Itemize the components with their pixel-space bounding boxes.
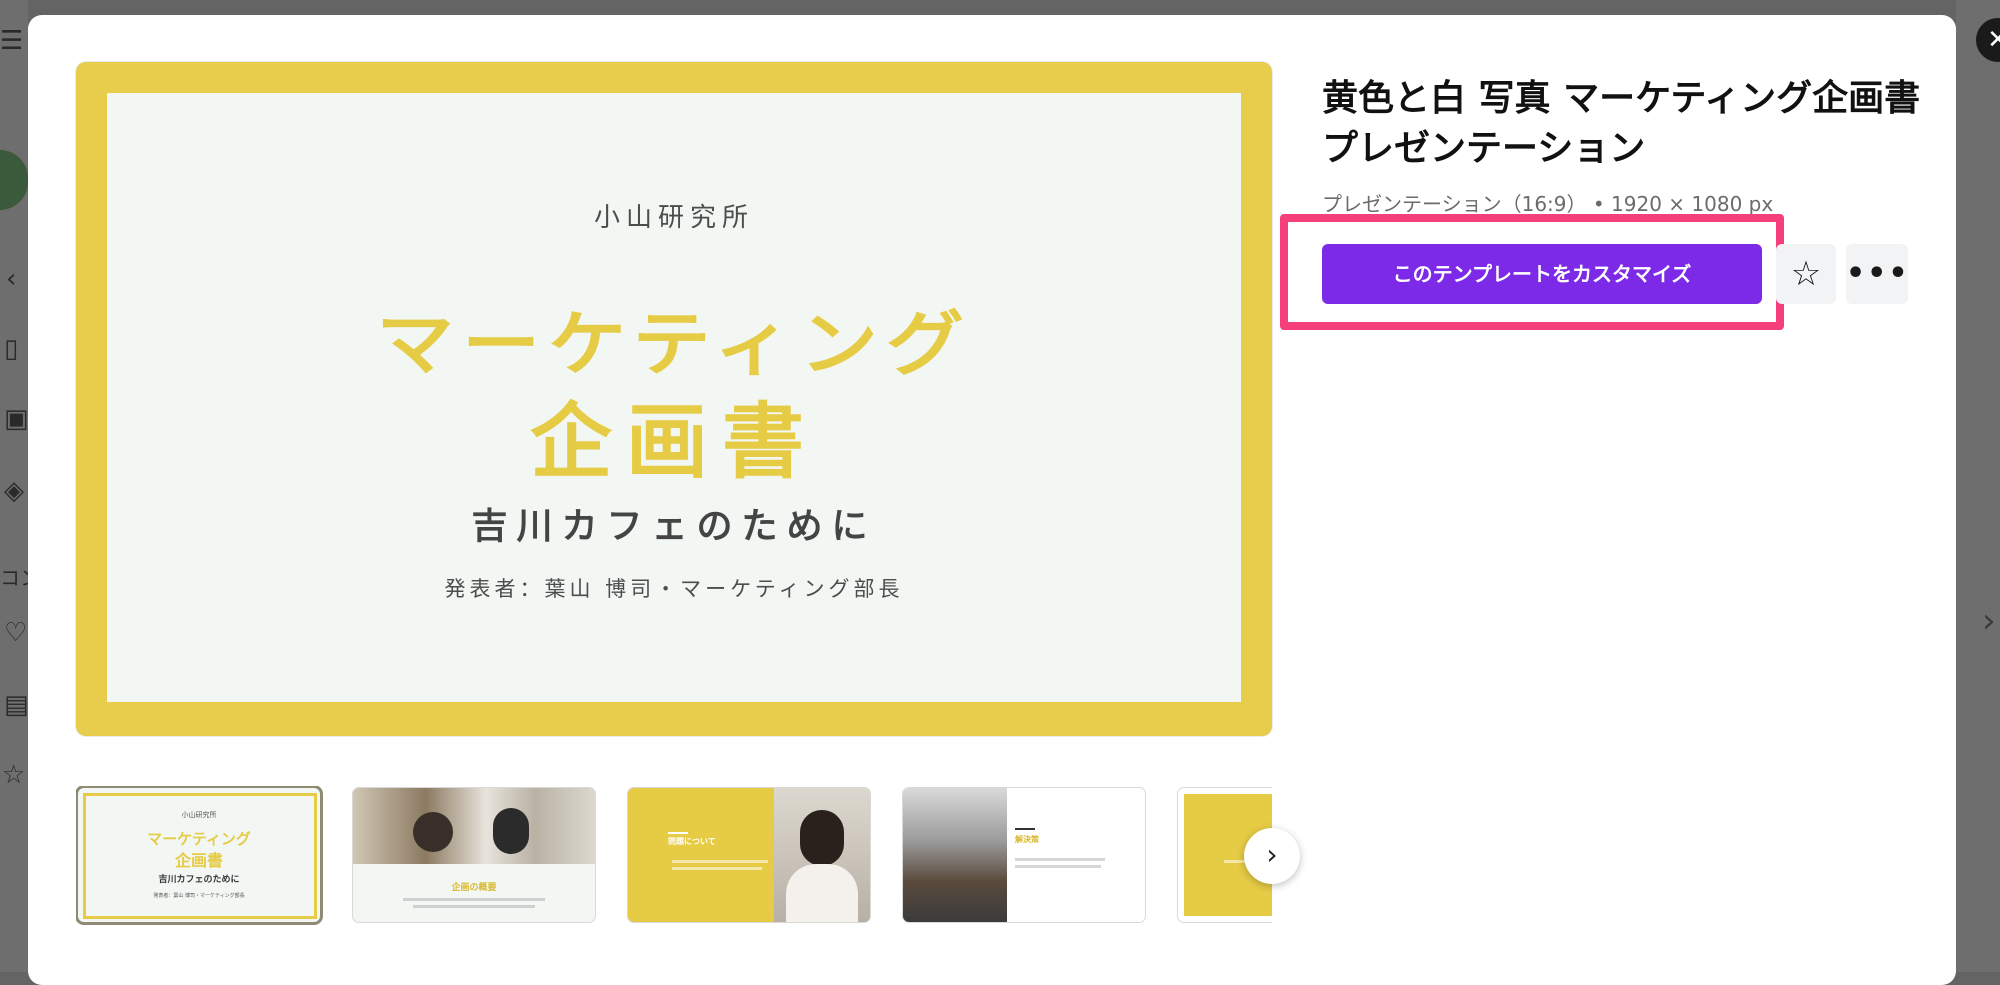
thumbnail-body-text [672, 860, 768, 863]
thumbnail-presenter: 発表者：葉山 博司・マーケティング部長 [153, 893, 245, 899]
thumbnail-rule [668, 832, 688, 834]
star-icon[interactable]: ☆ [1776, 244, 1836, 304]
thumbnail-body-text [672, 867, 762, 870]
slide-subtitle: 吉川カフェのために [471, 506, 877, 547]
thumbnail-body-text [413, 905, 535, 908]
image-icon: ▣ [4, 404, 29, 434]
thumbnail-next-button[interactable]: › [1244, 828, 1300, 884]
thumbnail-slide-4[interactable]: 解決策 [903, 788, 1145, 922]
thumbnail-photo-person [493, 808, 529, 854]
thumbnail-photo [903, 788, 1007, 922]
thumbnail-photo-person [786, 864, 858, 922]
thumbnail-lab: 小山研究所 [181, 811, 217, 819]
slide-preview-inner: 小山研究所 マーケティング 企画書 吉川カフェのために 発表者：葉山 博司・マー… [107, 93, 1241, 702]
menu-icon: ☰ [0, 26, 24, 56]
thumbnail-heading: 問題について [668, 837, 716, 846]
elements-icon: ◈ [4, 476, 24, 506]
thumbnail-subtitle: 吉川カフェのために [158, 875, 240, 885]
thumbnail-body-text [1015, 865, 1101, 868]
thumbnail-slide-1[interactable]: 小山研究所 マーケティング 企画書 吉川カフェのために 発表者：葉山 博司・マー… [78, 788, 320, 922]
thumbnail-heading: 企画の概要 [451, 883, 497, 893]
brand-icon: ▤ [4, 690, 29, 720]
thumbnail-rule [1015, 828, 1035, 830]
background-star-icon: ☆ [2, 760, 26, 790]
thumbnail-title-line2: 企画書 [174, 851, 223, 870]
thumbnail-heading: 解決策 [1015, 835, 1039, 844]
more-icon[interactable]: ••• [1846, 244, 1908, 304]
background-right-panel [1956, 0, 2000, 972]
thumbnail-slide-3[interactable]: 問題について [628, 788, 870, 922]
slide-title-line2: 企画書 [529, 395, 818, 490]
chevron-left-icon: ‹ [6, 264, 17, 294]
thumbnail-body-text [403, 898, 545, 901]
customize-template-button[interactable]: このテンプレートをカスタマイズ [1322, 244, 1762, 304]
slide-lab-name: 小山研究所 [593, 203, 754, 233]
slide-presenter: 発表者：葉山 博司・マーケティング部長 [444, 577, 904, 601]
thumbnail-slide-2[interactable]: 企画の概要 [353, 788, 595, 922]
background-chevron-right-icon: › [1982, 601, 1996, 641]
thumbnail-photo-person [413, 812, 453, 852]
thumbnail-photo [353, 788, 595, 864]
slide-preview: 小山研究所 マーケティング 企画書 吉川カフェのために 発表者：葉山 博司・マー… [76, 62, 1272, 736]
heart-icon: ♡ [4, 618, 28, 648]
thumbnail-body-text [1015, 858, 1105, 861]
thumbnail-photo-person [800, 810, 844, 866]
template-icon: ▯ [4, 334, 19, 364]
thumbnail-strip: 小山研究所 マーケティング 企画書 吉川カフェのために 発表者：葉山 博司・マー… [76, 786, 1272, 928]
thumbnail-title-line1: マーケティング [147, 830, 251, 848]
template-meta: プレゼンテーション（16:9） • 1920 × 1080 px [1322, 192, 1774, 216]
template-title: 黄色と白 写真 マーケティング企画書 プレゼンテーション [1322, 78, 1921, 169]
